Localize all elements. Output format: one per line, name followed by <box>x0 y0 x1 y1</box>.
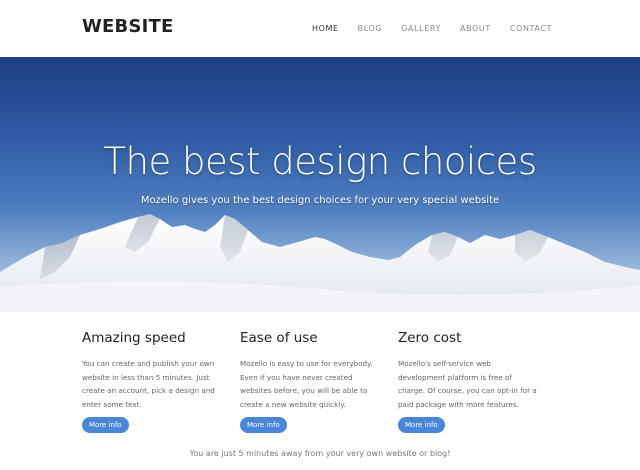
site-logo[interactable]: WEBSITE <box>82 16 174 37</box>
main-nav: HOME BLOG GALLERY ABOUT CONTACT <box>312 24 571 33</box>
feature-text: Mozello's self-service web development p… <box>398 359 537 409</box>
feature-cost: Zero cost Mozello's self-service web dev… <box>398 330 538 433</box>
feature-speed: Amazing speed You can create and publish… <box>82 330 222 433</box>
footer-tagline: You are just 5 minutes away from your ve… <box>189 449 451 458</box>
feature-text: Mozello is easy to use for everybody. Ev… <box>240 359 373 409</box>
site-header: WEBSITE HOME BLOG GALLERY ABOUT CONTACT <box>0 0 640 57</box>
nav-blog[interactable]: BLOG <box>358 24 383 33</box>
hero-banner: The best design choices Mozello gives yo… <box>0 57 640 312</box>
more-info-button[interactable]: More info <box>398 417 445 433</box>
nav-home[interactable]: HOME <box>312 24 339 33</box>
nav-gallery[interactable]: GALLERY <box>401 24 441 33</box>
more-info-button[interactable]: More info <box>82 417 129 433</box>
feature-title: Zero cost <box>398 330 462 346</box>
mountain-image <box>0 214 640 312</box>
nav-contact[interactable]: CONTACT <box>510 24 552 33</box>
hero-title: The best design choices <box>103 140 537 183</box>
feature-title: Ease of use <box>240 330 318 346</box>
hero-subtitle: Mozello gives you the best design choice… <box>140 195 500 206</box>
feature-ease: Ease of use Mozello is easy to use for e… <box>240 330 380 433</box>
feature-text: You can create and publish your own webs… <box>82 359 215 409</box>
nav-about[interactable]: ABOUT <box>460 24 491 33</box>
feature-title: Amazing speed <box>82 330 186 346</box>
more-info-button[interactable]: More info <box>240 417 287 433</box>
